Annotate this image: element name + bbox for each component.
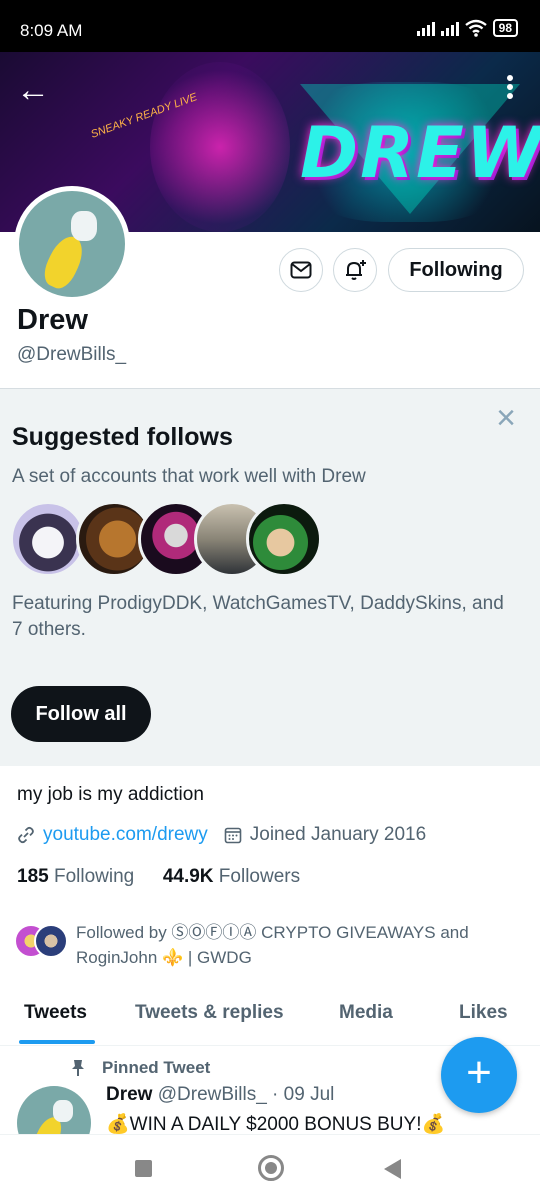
back-button[interactable]: ←	[16, 72, 60, 108]
profile-tabs: Tweets Tweets & replies Media Likes	[0, 992, 540, 1046]
active-tab-indicator	[19, 1040, 95, 1044]
suggested-subtitle: A set of accounts that work well with Dr…	[12, 466, 366, 487]
notifications-button[interactable]	[333, 248, 377, 292]
followers-stat[interactable]: 44.9K Followers	[163, 866, 300, 887]
following-label: Following	[53, 866, 135, 887]
pinned-indicator: Pinned Tweet	[70, 1058, 210, 1078]
face-icon	[71, 211, 97, 241]
close-icon[interactable]: ×	[496, 401, 516, 435]
recent-apps-icon[interactable]	[135, 1160, 152, 1177]
tweet-text: 💰WIN A DAILY $2000 BONUS BUY!💰	[106, 1114, 446, 1135]
calendar-icon	[224, 827, 242, 844]
profile-meta: youtube.com/drewy Joined January 2016	[17, 824, 426, 846]
banner-character	[150, 62, 290, 232]
mail-icon	[290, 261, 312, 279]
profile-handle: @DrewBills_	[17, 344, 127, 365]
tweet-header: Drew @DrewBills_ · 09 Jul	[106, 1084, 334, 1106]
status-icons: 98	[416, 19, 518, 37]
tweet-divider	[0, 1134, 540, 1142]
follow-all-button[interactable]: Follow all	[11, 686, 151, 742]
bell-plus-icon	[346, 260, 366, 280]
signal-icon	[416, 20, 435, 36]
signal-icon-2	[440, 20, 459, 36]
avatar[interactable]	[246, 501, 322, 577]
suggested-avatars[interactable]	[10, 501, 330, 579]
tab-tweets-replies[interactable]: Tweets & replies	[135, 1002, 284, 1024]
plus-icon: +	[466, 1048, 492, 1097]
wifi-icon	[464, 19, 487, 37]
pinned-label: Pinned Tweet	[102, 1058, 211, 1077]
more-options-icon[interactable]	[504, 72, 516, 108]
compose-tweet-button[interactable]: +	[441, 1037, 517, 1113]
following-count: 185	[17, 866, 49, 887]
face-icon	[53, 1100, 73, 1122]
avatar	[34, 924, 68, 958]
status-time: 8:09 AM	[20, 21, 83, 40]
following-stat[interactable]: 185 Following	[17, 866, 134, 887]
tab-tweets[interactable]: Tweets	[24, 1002, 87, 1024]
profile-avatar[interactable]	[14, 186, 130, 302]
home-icon[interactable]	[258, 1155, 284, 1181]
system-nav-bar	[0, 1142, 540, 1200]
suggested-follows-panel: × Suggested follows A set of accounts th…	[0, 388, 540, 766]
follow-stats: 185 Following 44.9K Followers	[17, 866, 300, 888]
profile-link[interactable]: youtube.com/drewy	[43, 824, 208, 846]
followers-count: 44.9K	[162, 866, 214, 887]
suggested-title: Suggested follows	[12, 423, 233, 451]
profile-name: Drew	[17, 304, 88, 336]
pin-icon	[72, 1060, 84, 1076]
joined-date: Joined January 2016	[249, 824, 427, 845]
followers-label: Followers	[218, 866, 301, 887]
message-button[interactable]	[279, 248, 323, 292]
tab-likes[interactable]: Likes	[459, 1002, 508, 1024]
following-button[interactable]: Following	[388, 248, 524, 292]
suggested-featuring: Featuring ProdigyDDK, WatchGamesTV, Dadd…	[12, 593, 504, 640]
tweet-author: Drew	[106, 1084, 153, 1105]
status-bar: 8:09 AM 98	[0, 0, 540, 52]
tweet-handle-date: @DrewBills_ · 09 Jul	[157, 1084, 335, 1105]
battery-icon: 98	[492, 19, 518, 37]
followed-by-avatars	[14, 924, 70, 960]
profile-bio: my job is my addiction	[17, 784, 204, 805]
back-arrow-icon: ←	[16, 71, 50, 109]
tab-media[interactable]: Media	[339, 1002, 393, 1024]
link-icon	[18, 826, 34, 844]
followed-by-text: Followed by ⓈⓄⒻⒾⒶ CRYPTO GIVEAWAYS and R…	[76, 923, 469, 967]
nav-back-icon[interactable]	[384, 1159, 401, 1179]
banner-logo: DREW	[300, 112, 540, 194]
avatar[interactable]	[10, 501, 86, 577]
